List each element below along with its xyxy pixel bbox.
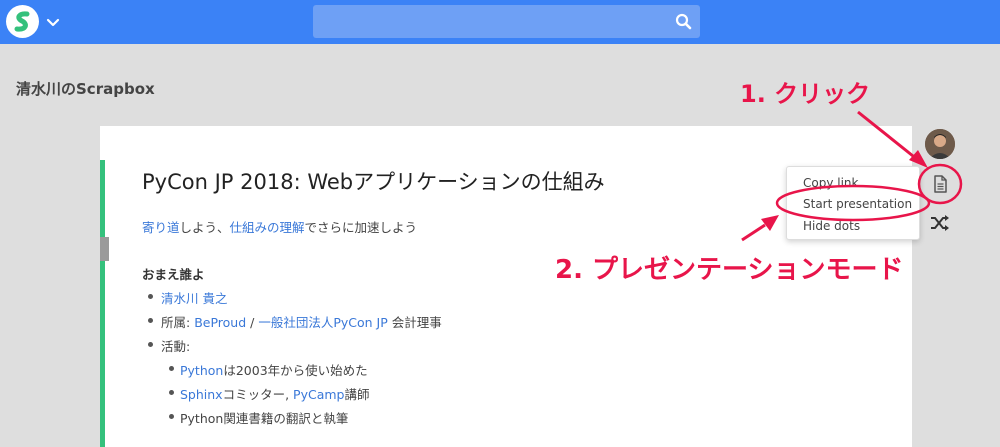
annotation-step2: 2. プレゼンテーションモード bbox=[555, 255, 904, 285]
navbar bbox=[0, 0, 1000, 44]
search-icon[interactable] bbox=[675, 13, 692, 30]
copy-link-menu-item[interactable]: Copy link bbox=[803, 176, 858, 190]
page-link[interactable]: 寄り道 bbox=[142, 220, 180, 235]
page-link[interactable]: 一般社団法人PyCon JP bbox=[258, 315, 387, 330]
list-bullet bbox=[169, 390, 174, 395]
list-item[interactable]: 清水川 貴之 bbox=[161, 288, 227, 307]
list-item[interactable]: 活動: bbox=[161, 336, 190, 355]
hide-dots-menu-item[interactable]: Hide dots bbox=[803, 219, 860, 233]
scrapbox-logo-icon bbox=[9, 8, 36, 35]
list-item[interactable]: Sphinxコミッター, PyCamp講師 bbox=[180, 384, 370, 403]
list-item[interactable]: Python関連書籍の翻訳と執筆 bbox=[180, 408, 348, 427]
list-bullet bbox=[148, 342, 153, 347]
user-avatar[interactable] bbox=[925, 129, 955, 159]
avatar-image bbox=[925, 129, 955, 159]
list-bullet bbox=[148, 294, 153, 299]
list-bullet bbox=[169, 366, 174, 371]
list-text: 会計理事 bbox=[387, 315, 442, 330]
chevron-down-icon[interactable] bbox=[45, 14, 61, 30]
project-title[interactable]: 清水川のScrapbox bbox=[16, 78, 155, 99]
section-heading[interactable]: おまえ誰よ bbox=[142, 264, 205, 283]
list-bullet bbox=[169, 414, 174, 419]
intro-text: しよう、 bbox=[179, 220, 230, 235]
list-item[interactable]: 所属: BeProud / 一般社団法人PyCon JP 会計理事 bbox=[161, 312, 442, 331]
list-text: 講師 bbox=[344, 387, 370, 402]
intro-line[interactable]: 寄り道しよう、仕組みの理解でさらに加速しよう bbox=[142, 217, 417, 236]
page-link[interactable]: PyCamp bbox=[293, 387, 344, 402]
cursor-line-marker bbox=[100, 237, 109, 261]
page-link[interactable]: 清水川 貴之 bbox=[161, 291, 227, 306]
annotation-step1: 1. クリック bbox=[740, 80, 871, 108]
page-link[interactable]: Sphinx bbox=[180, 387, 223, 402]
page-title[interactable]: PyCon JP 2018: Webアプリケーションの仕組み bbox=[142, 166, 605, 196]
search-input[interactable] bbox=[313, 5, 700, 38]
list-item[interactable]: Pythonは2003年から使い始めた bbox=[180, 360, 368, 379]
list-text: は2003年から使い始めた bbox=[223, 363, 368, 378]
page-link[interactable]: 仕組みの理解 bbox=[230, 220, 305, 235]
list-bullet bbox=[148, 318, 153, 323]
page-link[interactable]: Python bbox=[180, 363, 223, 378]
scrapbox-logo-button[interactable] bbox=[6, 5, 39, 38]
page-menu-dropdown: Copy link Start presentation Hide dots bbox=[786, 166, 920, 240]
line-accent-bar bbox=[100, 261, 105, 447]
list-text: 所属: bbox=[161, 315, 195, 330]
list-text: コミッター, bbox=[222, 387, 294, 402]
page-link[interactable]: BeProud bbox=[194, 315, 246, 330]
shuffle-icon[interactable] bbox=[929, 214, 951, 232]
start-presentation-menu-item[interactable]: Start presentation bbox=[803, 197, 912, 211]
intro-text: でさらに加速しよう bbox=[304, 220, 418, 235]
page-menu-icon[interactable] bbox=[930, 174, 950, 194]
list-text: / bbox=[246, 315, 259, 330]
